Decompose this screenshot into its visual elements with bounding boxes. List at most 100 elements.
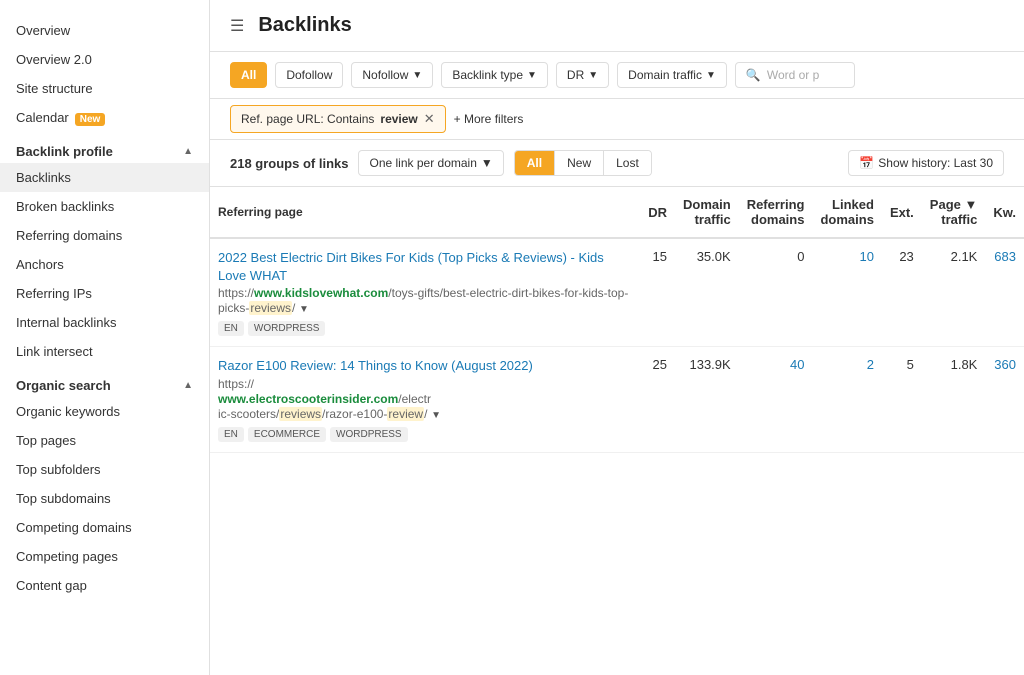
more-filters-button[interactable]: + More filters <box>454 112 524 126</box>
tags-row: EN ECOMMERCE WORDPRESS <box>218 427 632 442</box>
referring-domains-value: 0 <box>739 238 813 347</box>
section-label: Organic search <box>16 378 111 393</box>
sidebar-item-top-subdomains[interactable]: Top subdomains <box>0 484 209 513</box>
backlinks-table: Referring page DR Domaintraffic Referrin… <box>210 187 1024 453</box>
page-url: https://www.electroscooterinsider.com/el… <box>218 377 431 421</box>
url-highlight: reviews <box>279 407 322 421</box>
sidebar-item-organic-keywords[interactable]: Organic keywords <box>0 397 209 426</box>
sidebar-item-broken-backlinks[interactable]: Broken backlinks <box>0 192 209 221</box>
tag-en: EN <box>218 321 244 336</box>
backlink-type-arrow-icon: ▼ <box>527 70 537 81</box>
nofollow-arrow-icon: ▼ <box>412 70 422 81</box>
page-url: https://www.kidslovewhat.com/toys-gifts/… <box>218 286 628 315</box>
ext-value: 23 <box>882 238 922 347</box>
sidebar-item-content-gap[interactable]: Content gap <box>0 571 209 600</box>
tag-en: EN <box>218 427 244 442</box>
col-domain-traffic: Domaintraffic <box>675 187 739 238</box>
linked-domains-value[interactable]: 10 <box>812 238 881 347</box>
col-dr: DR <box>640 187 675 238</box>
kw-value[interactable]: 683 <box>985 238 1024 347</box>
page-title: Backlinks <box>258 14 351 37</box>
sidebar-item-backlinks[interactable]: Backlinks <box>0 163 209 192</box>
filters-bar: All Dofollow Nofollow ▼ Backlink type ▼ … <box>210 52 1024 99</box>
main-content: ☰ Backlinks All Dofollow Nofollow ▼ Back… <box>210 0 1024 675</box>
page-traffic-value: 1.8K <box>922 347 986 452</box>
col-referring-page: Referring page <box>210 187 640 238</box>
link-per-domain-dropdown[interactable]: One link per domain ▼ <box>358 150 503 176</box>
tab-new[interactable]: New <box>555 151 604 175</box>
dr-value: 25 <box>640 347 675 452</box>
tab-lost[interactable]: Lost <box>604 151 651 175</box>
sidebar-item-anchors[interactable]: Anchors <box>0 250 209 279</box>
tab-all[interactable]: All <box>515 151 555 175</box>
col-referring-domains: Referringdomains <box>739 187 813 238</box>
col-kw: Kw. <box>985 187 1024 238</box>
sidebar-item-overview[interactable]: Overview <box>0 16 209 45</box>
sidebar-item-site-structure[interactable]: Site structure <box>0 74 209 103</box>
domain-traffic-filter-button[interactable]: Domain traffic ▼ <box>617 62 727 88</box>
sidebar-item-internal-backlinks[interactable]: Internal backlinks <box>0 308 209 337</box>
calendar-icon: 📅 <box>859 156 874 170</box>
url-highlight2: review <box>387 407 424 421</box>
col-page-traffic[interactable]: Page ▼traffic <box>922 187 986 238</box>
table-row: 2022 Best Electric Dirt Bikes For Kids (… <box>210 238 1024 347</box>
tab-group: AllNewLost <box>514 150 652 176</box>
linked-domains-value[interactable]: 2 <box>812 347 881 452</box>
page-header: ☰ Backlinks <box>210 0 1024 52</box>
dofollow-filter-button[interactable]: Dofollow <box>275 62 343 88</box>
ref-page-cell: 2022 Best Electric Dirt Bikes For Kids (… <box>210 238 640 347</box>
history-button[interactable]: 📅 Show history: Last 30 <box>848 150 1004 176</box>
all-filter-button[interactable]: All <box>230 62 267 88</box>
sidebar-item-overview-2.0[interactable]: Overview 2.0 <box>0 45 209 74</box>
table-row: Razor E100 Review: 14 Things to Know (Au… <box>210 347 1024 452</box>
sidebar-item-competing-pages[interactable]: Competing pages <box>0 542 209 571</box>
kw-value[interactable]: 360 <box>985 347 1024 452</box>
page-title-link[interactable]: Razor E100 Review: 14 Things to Know (Au… <box>218 357 632 375</box>
url-dropdown-icon[interactable]: ▼ <box>299 304 309 315</box>
chip-text: Ref. page URL: Contains <box>241 112 374 126</box>
tag-ecommerce: ECOMMERCE <box>248 427 326 442</box>
sidebar-section-organic-search: Organic search▲ <box>0 366 209 397</box>
col-linked-domains: Linkeddomains <box>812 187 881 238</box>
sidebar-item-top-pages[interactable]: Top pages <box>0 426 209 455</box>
hamburger-icon[interactable]: ☰ <box>230 16 244 36</box>
chevron-up-icon: ▲ <box>183 146 193 157</box>
sidebar-item-referring-ips[interactable]: Referring IPs <box>0 279 209 308</box>
filter-chip-row: Ref. page URL: Contains review ✕ + More … <box>210 99 1024 140</box>
table-header-row: Referring page DR Domaintraffic Referrin… <box>210 187 1024 238</box>
page-title-link[interactable]: 2022 Best Electric Dirt Bikes For Kids (… <box>218 249 632 285</box>
ext-value: 5 <box>882 347 922 452</box>
ref-page-cell: Razor E100 Review: 14 Things to Know (Au… <box>210 347 640 452</box>
tag-wordpress: WORDPRESS <box>330 427 408 442</box>
nofollow-filter-button[interactable]: Nofollow ▼ <box>351 62 433 88</box>
dr-arrow-icon: ▼ <box>588 70 598 81</box>
filter-chip: Ref. page URL: Contains review ✕ <box>230 105 446 133</box>
domain-traffic-value: 35.0K <box>675 238 739 347</box>
url-dropdown-icon[interactable]: ▼ <box>431 410 441 421</box>
tag-wordpress: WORDPRESS <box>248 321 326 336</box>
search-box[interactable]: 🔍 Word or p <box>735 62 855 88</box>
dr-filter-button[interactable]: DR ▼ <box>556 62 609 88</box>
referring-domains-value[interactable]: 40 <box>739 347 813 452</box>
sidebar-item-top-subfolders[interactable]: Top subfolders <box>0 455 209 484</box>
tags-row: EN WORDPRESS <box>218 321 632 336</box>
sidebar-item-calendar[interactable]: CalendarNew <box>0 103 209 132</box>
backlinks-table-wrapper: Referring page DR Domaintraffic Referrin… <box>210 187 1024 675</box>
search-icon: 🔍 <box>746 68 761 82</box>
groups-count: 218 groups of links <box>230 156 348 171</box>
sidebar-item-competing-domains[interactable]: Competing domains <box>0 513 209 542</box>
sidebar-item-link-intersect[interactable]: Link intersect <box>0 337 209 366</box>
table-controls: 218 groups of links One link per domain … <box>210 140 1024 187</box>
dropdown-arrow-icon: ▼ <box>481 156 493 170</box>
sidebar-item-referring-domains[interactable]: Referring domains <box>0 221 209 250</box>
sidebar: OverviewOverview 2.0Site structureCalend… <box>0 0 210 675</box>
domain-traffic-value: 133.9K <box>675 347 739 452</box>
backlink-type-filter-button[interactable]: Backlink type ▼ <box>441 62 548 88</box>
chip-value: review <box>380 112 417 126</box>
url-highlight: reviews <box>249 301 292 315</box>
dr-value: 15 <box>640 238 675 347</box>
col-ext: Ext. <box>882 187 922 238</box>
page-traffic-value: 2.1K <box>922 238 986 347</box>
chip-close-icon[interactable]: ✕ <box>424 111 435 127</box>
url-domain: www.electroscooterinsider.com <box>218 392 398 406</box>
